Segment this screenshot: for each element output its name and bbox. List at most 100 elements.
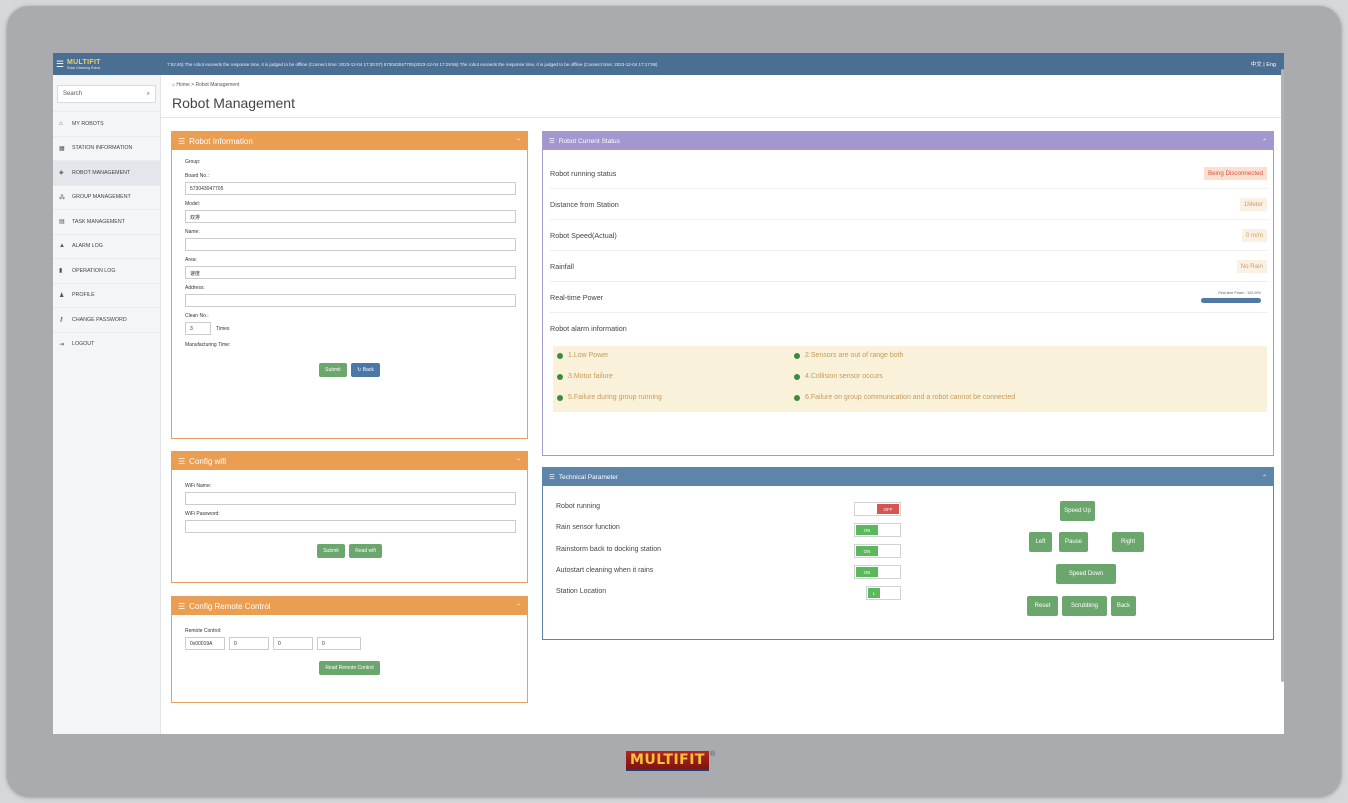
alarm-text: 5.Failure during group running <box>568 394 662 401</box>
collapse-icon[interactable]: ⌃ <box>1262 474 1267 481</box>
menu-toggle-icon[interactable]: ☰ <box>53 53 67 75</box>
remote-value-input[interactable]: 0 <box>317 637 361 650</box>
status-label: Robot Speed(Actual) <box>550 231 617 240</box>
status-value: No Rain <box>1236 260 1267 273</box>
collapse-icon[interactable]: ⌃ <box>1262 138 1267 145</box>
address-input[interactable] <box>185 294 516 307</box>
remote-control-label: Remote Control: <box>185 628 222 634</box>
robot-running-toggle[interactable]: OFF <box>854 502 901 516</box>
read-remote-control-button[interactable]: Read Remote Control <box>319 661 380 675</box>
toggle-state: ON <box>856 546 878 556</box>
read-wifi-button[interactable]: Read wifi <box>349 544 382 558</box>
left-button[interactable]: Left <box>1029 532 1052 552</box>
alarm-list: 1.Low Power 2.Sensors are out of range b… <box>553 346 1267 412</box>
scrubbing-button[interactable]: Scrubbing <box>1062 596 1107 616</box>
sidebar-item-task-management[interactable]: ▤ TASK MANAGEMENT <box>53 209 160 234</box>
model-input[interactable]: 双排 <box>185 210 516 223</box>
panel-title: Technical Parameter <box>558 473 619 481</box>
status-label: Rainfall <box>550 262 574 271</box>
remote-value-input[interactable]: 0 <box>273 637 313 650</box>
sidebar-item-label: TASK MANAGEMENT <box>72 218 125 225</box>
search-icon[interactable]: ⌕ <box>147 91 150 98</box>
clean-no-label: Clean No.: <box>185 313 209 319</box>
alarm-item: 2.Sensors are out of range both <box>794 352 903 359</box>
reset-button[interactable]: Reset <box>1027 596 1058 616</box>
language-switch[interactable]: 中文 | Eng <box>1251 60 1276 68</box>
sidebar-item-my-robots[interactable]: ⌂ MY ROBOTS <box>53 111 160 136</box>
status-label: Robot running status <box>550 169 617 178</box>
home-icon: ⌂ <box>59 120 63 127</box>
list-icon: ☰ <box>549 138 555 145</box>
model-label: Model: <box>185 201 201 207</box>
top-bar: ☰ MULTIFIT Solar Cleaning Robot 7:52:40)… <box>53 53 1284 75</box>
alarm-item: 1.Low Power <box>557 352 608 359</box>
speed-up-button[interactable]: Speed Up <box>1060 501 1095 521</box>
wifi-password-label: WiFi Password: <box>185 511 220 517</box>
sidebar-item-label: MY ROBOTS <box>72 120 104 127</box>
wifi-submit-button[interactable]: Submit <box>317 544 345 558</box>
robot-information-panel: ☰ Robot Information ⌃ Group: Board No.: 5… <box>171 131 528 439</box>
clean-no-input[interactable]: 3 <box>185 322 211 335</box>
pause-button[interactable]: Pause <box>1059 532 1088 552</box>
back-button[interactable]: ↻ Back <box>351 363 380 377</box>
sidebar-item-profile[interactable]: ♟ PROFILE <box>53 282 160 308</box>
sidebar-item-alarm-log[interactable]: ▲ ALARM LOG <box>53 233 160 259</box>
list-icon: ☰ <box>178 456 186 466</box>
notification-marquee: 7:52:40) The robot exceeds the response … <box>167 61 658 67</box>
station-icon: ▦ <box>59 145 65 152</box>
alarm-icon: ▲ <box>59 243 65 250</box>
group-icon: ⁂ <box>59 194 65 201</box>
search-input[interactable]: Search <box>63 91 82 97</box>
breadcrumb-current: Robot Management <box>195 82 240 88</box>
search-box[interactable]: Search ⌕ <box>57 85 156 103</box>
home-icon: ⌂ <box>172 82 176 88</box>
key-icon: ⚷ <box>59 317 64 324</box>
sidebar-item-change-password[interactable]: ⚷ CHANGE PASSWORD <box>53 307 160 332</box>
board-no-input[interactable]: 573043047705 <box>185 182 516 195</box>
status-label: Real-time Power <box>550 293 604 302</box>
toggle-state: L <box>868 588 880 598</box>
collapse-icon[interactable]: ⌃ <box>516 138 521 145</box>
brand-logo: MULTIFIT ® <box>626 751 715 771</box>
area-input[interactable]: 速度 <box>185 266 516 279</box>
address-label: Address: <box>185 285 205 291</box>
alarm-text: 2.Sensors are out of range both <box>805 352 904 359</box>
robot-icon: ◈ <box>59 170 64 177</box>
sidebar-item-station-information[interactable]: ▦ STATION INFORMATION <box>53 135 160 161</box>
sidebar-item-group-management[interactable]: ⁂ GROUP MANAGEMENT <box>53 184 160 210</box>
toggle-state: OFF <box>877 504 899 514</box>
rainstorm-return-toggle[interactable]: ON <box>854 544 901 558</box>
scrollbar[interactable] <box>1281 69 1284 682</box>
power-progress-bar <box>1201 297 1261 303</box>
status-row-power: Real-time Power Real-time Power : 100.00… <box>550 283 1267 313</box>
area-label: Area: <box>185 257 197 263</box>
remote-value-input[interactable]: 0 <box>229 637 269 650</box>
station-location-toggle[interactable]: L <box>866 586 901 600</box>
wifi-password-input[interactable] <box>185 520 516 533</box>
speed-down-button[interactable]: Speed Down <box>1056 564 1116 584</box>
collapse-icon[interactable]: ⌃ <box>516 603 521 610</box>
sidebar-item-operation-log[interactable]: ▮ OPERATION LOG <box>53 258 160 283</box>
page-title: Robot Management <box>172 95 295 111</box>
power-progress-label: Real-time Power : 100.00% <box>1218 290 1261 295</box>
panel-title: Robot Information <box>189 136 253 146</box>
sidebar-item-logout[interactable]: ⇥ LOGOUT <box>53 331 160 357</box>
submit-button[interactable]: Submit <box>319 363 347 377</box>
rain-sensor-toggle[interactable]: ON <box>854 523 901 537</box>
wifi-name-input[interactable] <box>185 492 516 505</box>
group-label: Group: <box>185 159 201 165</box>
app-window: ☰ MULTIFIT Solar Cleaning Robot 7:52:40)… <box>53 53 1284 734</box>
sidebar-item-label: STATION INFORMATION <box>72 145 133 152</box>
autostart-rain-toggle[interactable]: ON <box>854 565 901 579</box>
alarm-text: 3.Motor failure <box>568 373 613 380</box>
sidebar-item-robot-management[interactable]: ◈ ROBOT MANAGEMENT <box>53 160 160 185</box>
sidebar-item-label: OPERATION LOG <box>72 267 116 274</box>
remote-code-input[interactable]: 0x00019A <box>185 637 225 650</box>
name-input[interactable] <box>185 238 516 251</box>
param-label: Robot running <box>556 503 600 510</box>
back-control-button[interactable]: Back <box>1111 596 1136 616</box>
right-button[interactable]: Right <box>1112 532 1144 552</box>
breadcrumb: ⌂ Home > Robot Management <box>172 82 239 88</box>
breadcrumb-home-link[interactable]: Home <box>176 82 189 88</box>
collapse-icon[interactable]: ⌃ <box>516 458 521 465</box>
